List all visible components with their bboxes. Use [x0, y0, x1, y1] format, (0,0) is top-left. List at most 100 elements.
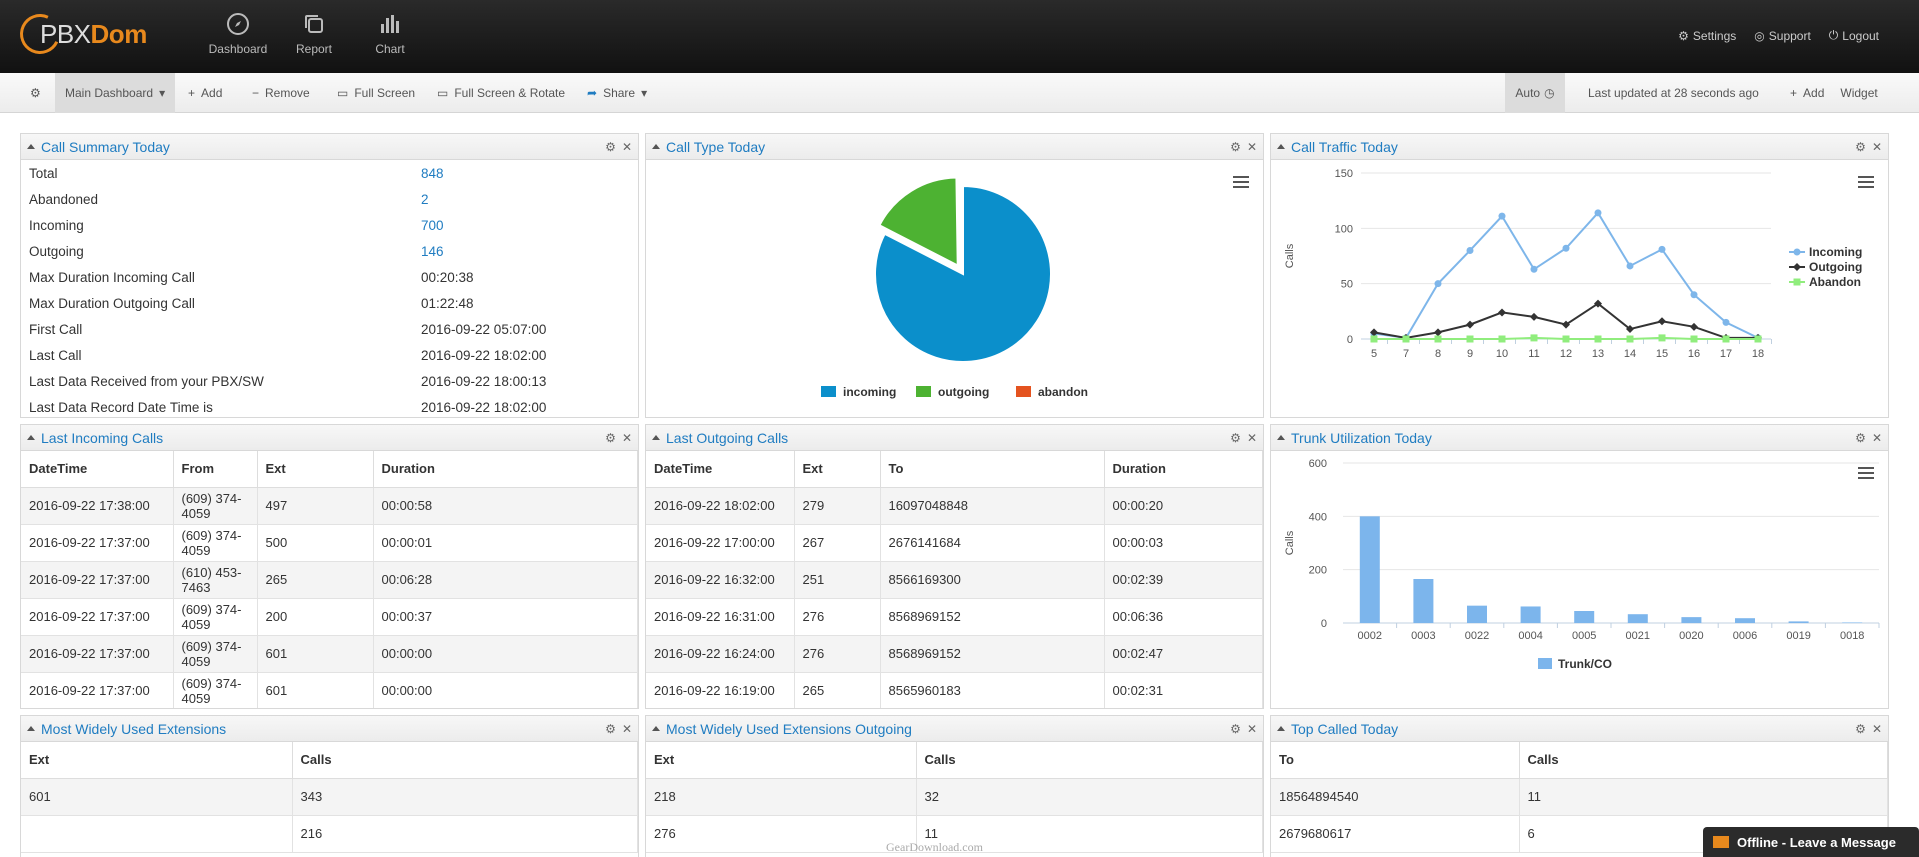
data-point[interactable]	[1498, 212, 1506, 220]
support-link[interactable]: ◎ Support	[1754, 28, 1811, 43]
add-button[interactable]: + Add	[188, 73, 222, 113]
summary-value[interactable]: 2	[421, 192, 429, 207]
pbxdom-logo[interactable]: PBXDom	[14, 8, 147, 60]
data-point[interactable]	[1530, 312, 1538, 321]
data-point[interactable]	[1690, 335, 1698, 343]
gear-icon[interactable]: ⚙	[1230, 722, 1241, 736]
gear-icon[interactable]: ⚙	[605, 140, 616, 154]
table-row[interactable]: 2016-09-22 17:37:00 (609) 374-4059 500 00:0…	[21, 524, 638, 562]
data-point[interactable]	[1722, 335, 1730, 343]
data-point[interactable]	[1530, 334, 1538, 342]
legend-label[interactable]: Incoming	[1809, 245, 1862, 259]
table-row[interactable]: 2016-09-22 17:37:00 (609) 374-4059 601 00:0…	[21, 635, 638, 673]
close-icon[interactable]: ✕	[1247, 140, 1257, 154]
table-row[interactable]: 2016-09-22 17:37:00 (609) 374-4059 200 00:0…	[21, 598, 638, 636]
legend-label[interactable]: Outgoing	[1809, 260, 1862, 274]
table-row[interactable]: 2016-09-22 18:02:00 279 16097048848 00:00:2…	[646, 487, 1263, 525]
data-point[interactable]	[1466, 246, 1474, 254]
legend-label[interactable]: abandon	[1038, 385, 1088, 399]
table-row[interactable]: 2016-09-22 16:24:00 276 8568969152 00:02:47	[646, 635, 1263, 673]
close-icon[interactable]: ✕	[1872, 431, 1882, 445]
close-icon[interactable]: ✕	[622, 431, 632, 445]
data-point[interactable]	[1594, 209, 1602, 217]
close-icon[interactable]: ✕	[1247, 431, 1257, 445]
gear-icon[interactable]: ⚙	[1230, 140, 1241, 154]
gear-icon[interactable]: ⚙	[605, 722, 616, 736]
main-dashboard-dropdown[interactable]: Main Dashboard ▾	[55, 73, 176, 113]
column-header[interactable]: DateTime	[646, 451, 795, 488]
collapse-icon[interactable]	[652, 726, 660, 731]
legend-label[interactable]: Abandon	[1809, 275, 1861, 289]
table-row[interactable]: 216	[21, 815, 638, 853]
data-point[interactable]	[1434, 335, 1442, 343]
close-icon[interactable]: ✕	[1872, 140, 1882, 154]
gear-icon[interactable]: ⚙	[605, 431, 616, 445]
column-header[interactable]: From	[173, 451, 258, 488]
data-point[interactable]	[1722, 318, 1730, 326]
collapse-icon[interactable]	[1277, 726, 1285, 731]
data-point[interactable]	[1562, 244, 1570, 252]
column-header[interactable]: Ext	[794, 451, 881, 488]
data-point[interactable]	[1498, 308, 1506, 317]
logout-link[interactable]: ⏻ Logout	[1829, 28, 1879, 43]
data-point[interactable]	[1626, 262, 1634, 270]
table-row[interactable]: 2016-09-22 17:37:00 (610) 453-7463 265 00:0…	[21, 561, 638, 599]
table-row[interactable]: 2016-09-22 16:19:00 265 8565960183 00:02:31	[646, 672, 1263, 708]
close-icon[interactable]: ✕	[622, 722, 632, 736]
legend-label[interactable]: outgoing	[938, 385, 989, 399]
close-icon[interactable]: ✕	[1247, 722, 1257, 736]
data-point[interactable]	[1658, 245, 1666, 253]
column-header[interactable]: Ext	[21, 742, 293, 779]
series-line-incoming[interactable]	[1373, 211, 1759, 339]
data-point[interactable]	[1690, 322, 1698, 331]
table-row[interactable]: 2016-09-22 16:32:00 251 8566169300 00:02:39	[646, 561, 1263, 599]
column-header[interactable]: To	[1271, 742, 1520, 779]
bar-0021[interactable]	[1627, 614, 1648, 623]
column-header[interactable]: Duration	[1104, 451, 1263, 488]
bar-0020[interactable]	[1681, 617, 1702, 623]
settings-link[interactable]: ⚙ Settings	[1678, 28, 1736, 43]
data-point[interactable]	[1434, 328, 1442, 337]
table-row[interactable]: 601 343	[21, 778, 638, 816]
data-point[interactable]	[1594, 335, 1602, 343]
nav-chart[interactable]: Chart	[352, 12, 428, 56]
collapse-icon[interactable]	[27, 435, 35, 440]
data-point[interactable]	[1658, 334, 1666, 342]
table-row[interactable]: 218 32	[646, 778, 1263, 816]
bar-0005[interactable]	[1574, 611, 1595, 623]
offline-message-button[interactable]: Offline - Leave a Message	[1703, 827, 1919, 857]
data-point[interactable]	[1626, 335, 1634, 343]
gear-icon[interactable]: ⚙	[1855, 431, 1866, 445]
data-point[interactable]	[1530, 265, 1538, 273]
auto-refresh-toggle[interactable]: Auto ◷	[1505, 73, 1565, 113]
data-point[interactable]	[1498, 335, 1506, 343]
nav-dashboard[interactable]: Dashboard	[200, 12, 276, 56]
collapse-icon[interactable]	[652, 144, 660, 149]
bar-0022[interactable]	[1467, 605, 1487, 623]
data-point[interactable]	[1434, 280, 1442, 288]
bar-0002[interactable]	[1359, 516, 1380, 623]
table-row[interactable]: 2016-09-22 16:31:00 276 8568969152 00:06:36	[646, 598, 1263, 636]
collapse-icon[interactable]	[652, 435, 660, 440]
column-header[interactable]: Calls	[916, 742, 1263, 779]
column-header[interactable]: To	[880, 451, 1105, 488]
data-point[interactable]	[1754, 335, 1762, 343]
gear-icon[interactable]: ⚙	[1855, 140, 1866, 154]
data-point[interactable]	[1658, 317, 1666, 326]
close-icon[interactable]: ✕	[622, 140, 632, 154]
nav-report[interactable]: Report	[276, 12, 352, 56]
table-row[interactable]: 2016-09-22 17:38:00 (609) 374-4059 497 00:0…	[21, 487, 638, 525]
summary-value[interactable]: 146	[421, 244, 444, 259]
column-header[interactable]: Calls	[1519, 742, 1888, 779]
table-row[interactable]: 2016-09-22 17:37:00 (609) 374-4059 601 00:0…	[21, 672, 638, 708]
data-point[interactable]	[1690, 291, 1698, 299]
pie-slice-abandon[interactable]	[960, 184, 964, 275]
collapse-icon[interactable]	[1277, 435, 1285, 440]
column-header[interactable]: Calls	[292, 742, 638, 779]
column-header[interactable]: DateTime	[21, 451, 174, 488]
gear-icon[interactable]: ⚙	[1855, 722, 1866, 736]
data-point[interactable]	[1562, 335, 1570, 343]
add-widget-button[interactable]: + Add Widget	[1790, 73, 1878, 113]
summary-value[interactable]: 848	[421, 166, 444, 181]
close-icon[interactable]: ✕	[1872, 722, 1882, 736]
